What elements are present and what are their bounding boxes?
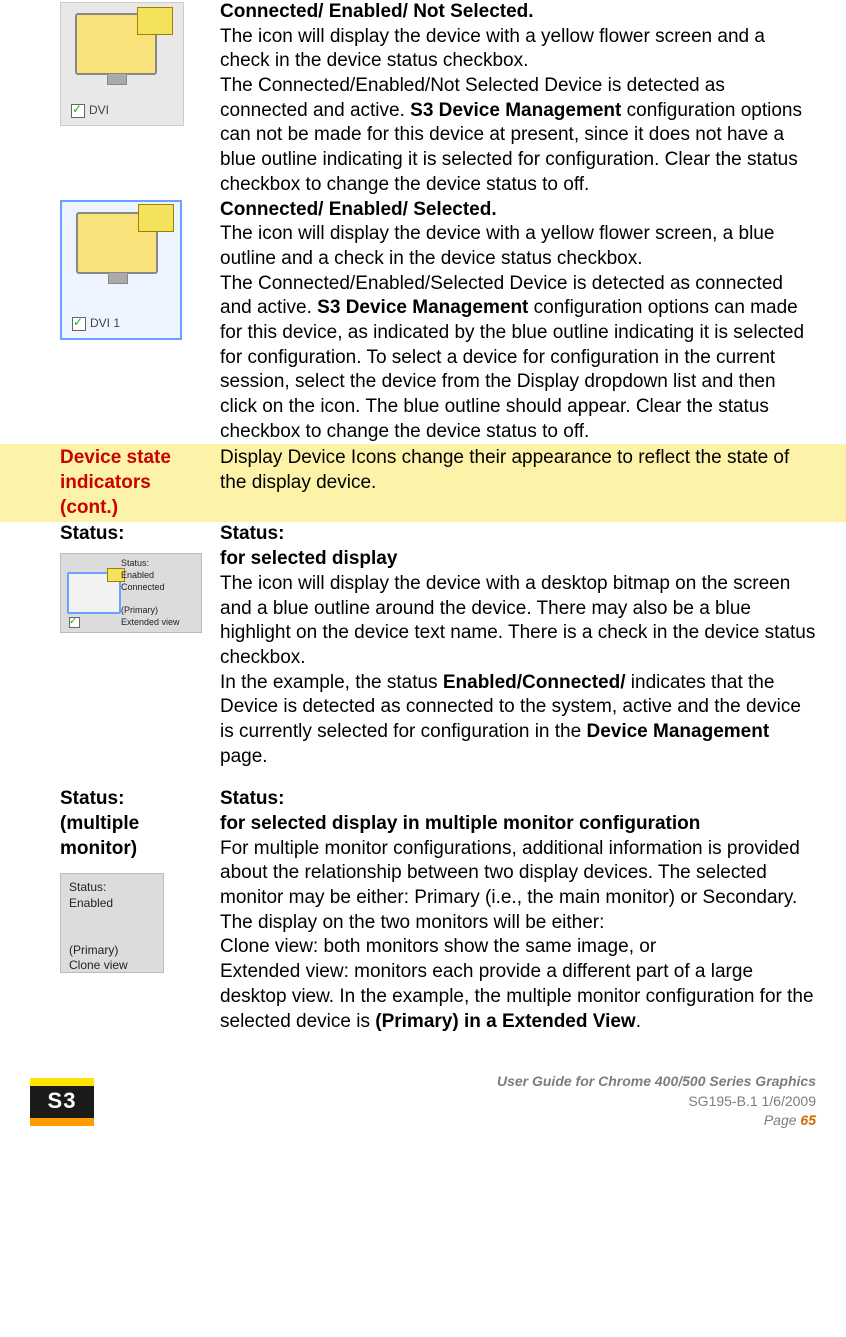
thumbnail-text: Status: Enabled Connected (Primary) Exte…	[121, 558, 180, 628]
right-col: Connected/ Enabled/ Not Selected. The ic…	[220, 0, 846, 198]
footer-doc: SG195-B.1 1/6/2009	[106, 1092, 816, 1112]
row-icon-not-selected: DVI Connected/ Enabled/ Not Selected. Th…	[0, 0, 846, 198]
text: In the example, the status	[220, 672, 443, 693]
text: Device state	[60, 447, 171, 468]
page-footer: S3 User Guide for Chrome 400/500 Series …	[0, 1064, 846, 1145]
left-col: DVI 1	[0, 198, 220, 344]
right-col: Status: for selected display in multiple…	[220, 787, 846, 1034]
checkbox-icon	[71, 104, 85, 118]
paragraph: The icon will display the device with a …	[220, 572, 816, 671]
left-sub: (multiple monitor)	[60, 812, 210, 861]
paragraph: Clone view: both monitors show the same …	[220, 935, 816, 960]
paragraph: For multiple monitor configurations, add…	[220, 837, 816, 936]
row-status-single: Status: Status: Enabled Connected (Prima…	[0, 522, 846, 769]
paragraph: In the example, the status Enabled/Conne…	[220, 671, 816, 770]
icon-caption: DVI 1	[90, 316, 120, 332]
page-number: 65	[800, 1112, 816, 1128]
row-status-multi: Status: (multiple monitor) Status: Enabl…	[0, 787, 846, 1034]
paragraph: The Connected/Enabled/Selected Device is…	[220, 272, 816, 445]
heading: Status:	[220, 787, 816, 812]
text-bold: Enabled/Connected/	[443, 672, 626, 693]
subheading: for selected display	[220, 547, 816, 572]
row-icon-selected: DVI 1 Connected/ Enabled/ Selected. The …	[0, 198, 846, 445]
status-thumbnail-icon: Status: Enabled Connected (Primary) Exte…	[60, 553, 202, 633]
left-col: Status: (multiple monitor) Status: Enabl…	[0, 787, 220, 973]
page-label: Page	[764, 1112, 801, 1128]
text: .	[636, 1011, 641, 1032]
section-right: Display Device Icons change their appear…	[220, 446, 846, 520]
paragraph: Extended view: monitors each provide a d…	[220, 960, 816, 1034]
device-icon-selected: DVI 1	[60, 200, 182, 340]
footer-text: User Guide for Chrome 400/500 Series Gra…	[106, 1072, 816, 1131]
status-box-icon: Status: Enabled (Primary) Clone view	[60, 873, 164, 973]
right-col: Connected/ Enabled/ Selected. The icon w…	[220, 198, 846, 445]
text-bold: S3 Device Management	[410, 100, 621, 121]
checkbox-icon	[72, 317, 86, 331]
text: Display Device Icons change their appear…	[220, 447, 789, 493]
left-title: Status:	[60, 522, 210, 547]
text: configuration options can made for this …	[220, 297, 804, 441]
text: page.	[220, 746, 268, 767]
left-col: DVI	[0, 0, 220, 130]
text-bold: S3 Device Management	[317, 297, 528, 318]
s3-logo-icon: S3	[30, 1078, 94, 1126]
paragraph: The Connected/Enabled/Not Selected Devic…	[220, 74, 816, 197]
text: (cont.)	[60, 497, 118, 518]
icon-caption: DVI	[89, 103, 109, 119]
text: indicators	[60, 472, 151, 493]
left-title: Status:	[60, 787, 210, 812]
logo-text: S3	[48, 1087, 77, 1116]
text-bold: Device Management	[586, 721, 769, 742]
heading: Connected/ Enabled/ Not Selected.	[220, 0, 816, 25]
text-bold: (Primary) in a Extended View	[375, 1011, 635, 1032]
footer-title: User Guide for Chrome 400/500 Series Gra…	[106, 1072, 816, 1092]
heading: Connected/ Enabled/ Selected.	[220, 198, 816, 223]
device-icon-not-selected: DVI	[60, 2, 184, 126]
section-header-band: Device state indicators (cont.) Display …	[0, 444, 846, 522]
document-page: DVI Connected/ Enabled/ Not Selected. Th…	[0, 0, 846, 1145]
paragraph: The icon will display the device with a …	[220, 25, 816, 74]
paragraph: The icon will display the device with a …	[220, 222, 816, 271]
subheading: for selected display in multiple monitor…	[220, 812, 816, 837]
left-col: Status: Status: Enabled Connected (Prima…	[0, 522, 220, 633]
right-col: Status: for selected display The icon wi…	[220, 522, 846, 769]
heading: Status:	[220, 522, 816, 547]
section-left: Device state indicators (cont.)	[0, 446, 220, 520]
